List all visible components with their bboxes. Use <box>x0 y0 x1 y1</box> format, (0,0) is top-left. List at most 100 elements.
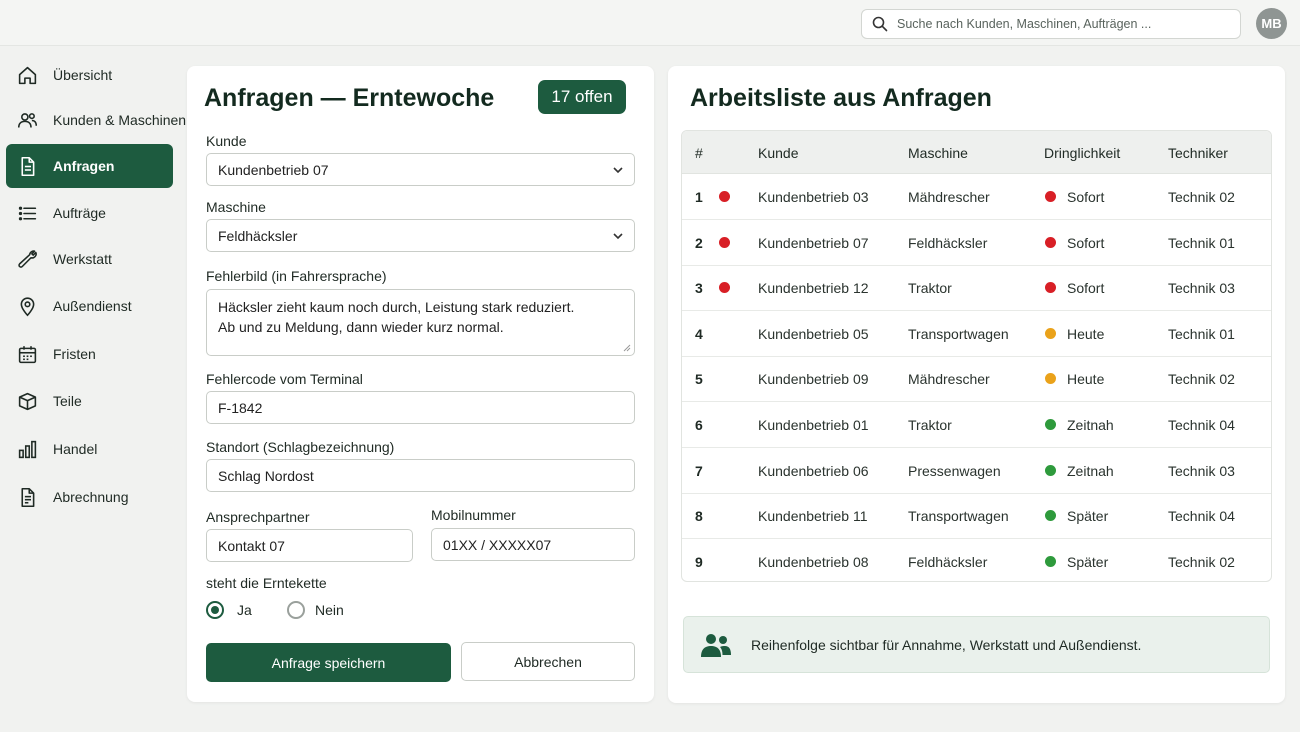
sidebar-item-label: Werkstatt <box>53 251 112 267</box>
row-technician: Technik 03 <box>1168 280 1235 297</box>
mobile-field[interactable]: 01XX / XXXXX07 <box>431 528 635 561</box>
column-header-num[interactable]: # <box>695 145 703 161</box>
table-header: # Kunde Maschine Dringlichkeit Techniker <box>682 131 1271 174</box>
row-number: 8 <box>695 508 703 525</box>
machine-label: Maschine <box>206 199 266 215</box>
row-urgency: Sofort <box>1067 280 1105 297</box>
machine-select[interactable]: Feldhäcksler <box>206 219 635 252</box>
row-technician: Technik 04 <box>1168 417 1235 433</box>
sidebar-item-auftraege[interactable]: Aufträge <box>6 191 173 235</box>
contact-value: Kontakt 07 <box>218 537 285 554</box>
worklist-card: Arbeitsliste aus Anfragen # Kunde Maschi… <box>668 66 1285 703</box>
row-customer: Kundenbetrieb 12 <box>758 280 869 297</box>
request-form-card: Anfragen — Erntewoche 17 offen Kunde Kun… <box>187 66 654 702</box>
sidebar-item-fristen[interactable]: Fristen <box>6 332 173 376</box>
form-title: Anfragen — Erntewoche <box>204 84 495 112</box>
error-code-label: Fehlercode vom Terminal <box>206 371 363 387</box>
list-icon <box>18 206 37 220</box>
location-field[interactable]: Schlag Nordost <box>206 459 635 492</box>
column-header-machine[interactable]: Maschine <box>908 145 968 161</box>
radio-ja-label: Ja <box>237 602 252 618</box>
row-machine: Feldhäcksler <box>908 234 988 251</box>
row-urgency: Zeitnah <box>1067 417 1114 433</box>
row-technician: Technik 04 <box>1168 508 1235 525</box>
row-customer: Kundenbetrieb 05 <box>758 325 869 342</box>
info-text: Reihenfolge sichtbar für Annahme, Werkst… <box>751 637 1142 653</box>
sidebar-item-label: Außendienst <box>53 298 132 314</box>
urgent-flag-dot <box>719 282 730 294</box>
urgency-dot <box>1045 373 1056 385</box>
calendar-icon <box>18 345 37 363</box>
table-row[interactable]: 4 Kundenbetrieb 05 Transportwagen Heute Tech… <box>682 311 1271 357</box>
box-icon <box>18 392 37 410</box>
sidebar-item-kunden-maschinen[interactable]: Kunden & Maschinen <box>6 98 186 142</box>
info-banner: Reihenfolge sichtbar für Annahme, Werkst… <box>683 616 1270 673</box>
row-machine: Feldhäcksler <box>908 553 988 570</box>
column-header-technician[interactable]: Techniker <box>1168 145 1228 161</box>
resize-handle-icon[interactable] <box>623 344 631 352</box>
row-machine: Mähdrescher <box>908 189 990 205</box>
sidebar-item-label: Aufträge <box>53 205 106 221</box>
sidebar-item-uebersicht[interactable]: Übersicht <box>6 53 173 97</box>
row-urgency: Zeitnah <box>1067 462 1114 479</box>
sidebar-item-werkstatt[interactable]: Werkstatt <box>6 237 173 281</box>
table-row[interactable]: 9 Kundenbetrieb 08 Feldhäcksler Später Techn… <box>682 539 1271 581</box>
map-pin-icon <box>20 296 35 316</box>
cancel-button[interactable]: Abbrechen <box>461 642 635 681</box>
row-customer: Kundenbetrieb 06 <box>758 462 869 479</box>
radio-nein[interactable] <box>287 601 305 619</box>
users-icon <box>17 112 38 128</box>
sidebar-item-label: Teile <box>53 393 82 409</box>
row-technician: Technik 01 <box>1168 325 1235 342</box>
error-code-field[interactable]: F-1842 <box>206 391 635 424</box>
table-row[interactable]: 8 Kundenbetrieb 11 Transportwagen Später Tec… <box>682 493 1271 540</box>
fault-label: Fehlerbild (in Fahrersprache) <box>206 268 387 284</box>
row-customer: Kundenbetrieb 01 <box>758 417 869 433</box>
table-row[interactable]: 7 Kundenbetrieb 06 Pressenwagen Zeitnah Tech… <box>682 448 1271 494</box>
row-number: 5 <box>695 371 703 388</box>
row-machine: Pressenwagen <box>908 462 1001 479</box>
row-technician: Technik 02 <box>1168 553 1235 570</box>
chevron-down-icon <box>613 232 623 239</box>
column-header-urgency[interactable]: Dringlichkeit <box>1044 145 1120 161</box>
column-header-customer[interactable]: Kunde <box>758 145 798 161</box>
row-customer: Kundenbetrieb 07 <box>758 234 869 251</box>
avatar[interactable]: MB <box>1256 8 1287 39</box>
table-row[interactable]: 3 Kundenbetrieb 12 Traktor Sofort Technik 03 <box>682 265 1271 312</box>
urgency-dot <box>1045 419 1056 430</box>
contact-field[interactable]: Kontakt 07 <box>206 529 413 562</box>
table-row[interactable]: 5 Kundenbetrieb 09 Mähdrescher Heute Technik… <box>682 356 1271 403</box>
search-icon <box>872 16 888 32</box>
open-count-badge: 17 offen <box>538 80 626 114</box>
table-row[interactable]: 1 Kundenbetrieb 03 Mähdrescher Sofort Techni… <box>682 174 1271 220</box>
customer-label: Kunde <box>206 133 247 149</box>
location-label: Standort (Schlagbezeichnung) <box>206 439 395 455</box>
urgency-dot <box>1045 282 1056 294</box>
machine-value: Feldhäcksler <box>218 227 298 244</box>
row-machine: Traktor <box>908 417 952 433</box>
fault-textarea[interactable]: Häcksler zieht kaum noch durch, Leistung… <box>206 289 635 356</box>
urgency-dot <box>1045 327 1056 339</box>
row-customer: Kundenbetrieb 11 <box>758 508 868 525</box>
row-number: 1 <box>695 189 703 205</box>
save-request-button[interactable]: Anfrage speichern <box>206 643 451 682</box>
top-bar: Suche nach Kunden, Maschinen, Aufträgen … <box>0 0 1300 46</box>
sidebar-item-abrechnung[interactable]: Abrechnung <box>6 475 173 519</box>
urgent-flag-dot <box>719 191 730 202</box>
sidebar-item-teile[interactable]: Teile <box>6 379 173 423</box>
row-number: 2 <box>695 234 703 251</box>
sidebar-item-aussendienst[interactable]: Außendienst <box>6 284 173 328</box>
sidebar-item-anfragen[interactable]: Anfragen <box>6 144 173 188</box>
urgency-dot <box>1045 191 1056 202</box>
bar-chart-icon <box>18 440 37 458</box>
customer-select[interactable]: Kundenbetrieb 07 <box>206 153 635 186</box>
table-row[interactable]: 6 Kundenbetrieb 01 Traktor Zeitnah Technik 0… <box>682 402 1271 448</box>
search-input[interactable]: Suche nach Kunden, Maschinen, Aufträgen … <box>861 9 1241 39</box>
row-number: 9 <box>695 553 703 570</box>
radio-nein-label: Nein <box>315 602 344 618</box>
radio-ja[interactable] <box>206 601 224 619</box>
sidebar-item-handel[interactable]: Handel <box>6 427 173 471</box>
table-row[interactable]: 2 Kundenbetrieb 07 Feldhäcksler Sofort Techn… <box>682 220 1271 266</box>
home-icon <box>18 66 37 84</box>
location-value: Schlag Nordost <box>218 467 314 484</box>
